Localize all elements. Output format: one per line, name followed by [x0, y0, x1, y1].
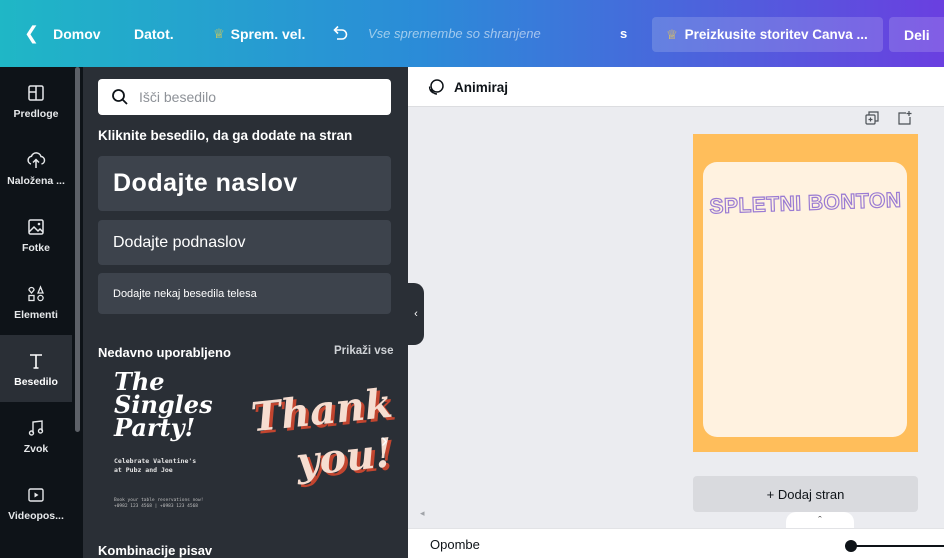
top-bar: ❮ Domov Datot. ♕ Sprem. vel. Vse spremem… — [0, 0, 944, 67]
recent-text-card-thankyou[interactable]: Thank you! — [246, 370, 395, 520]
rail-item-templates[interactable]: Predloge — [0, 67, 72, 134]
recent-section-title: Nedavno uporabljeno — [98, 345, 231, 360]
search-icon — [112, 89, 128, 105]
rail-item-label: Elementi — [14, 308, 58, 321]
crown-icon: ♕ — [213, 25, 225, 41]
card-small-text: Book your table reservations now! +0982 … — [114, 498, 204, 509]
rail-item-photos[interactable]: Fotke — [0, 201, 72, 268]
rail-item-label: Fotke — [21, 241, 50, 254]
add-page-button[interactable]: + Dodaj stran — [693, 476, 918, 512]
file-menu-button[interactable]: Datot. — [134, 0, 174, 67]
home-button[interactable]: ❮ Domov — [24, 0, 101, 67]
rail-item-audio[interactable]: Zvok — [0, 402, 72, 469]
elements-icon — [28, 284, 44, 301]
search-placeholder: Išči besedilo — [139, 89, 217, 105]
design-page[interactable]: SPLETNI BONTON — [693, 134, 918, 452]
add-page-icon[interactable] — [897, 110, 913, 126]
zoom-slider-handle[interactable] — [845, 540, 857, 552]
scroll-left-icon[interactable]: ◂ — [420, 508, 425, 519]
resize-button[interactable]: ♕ Sprem. vel. — [213, 0, 305, 67]
share-button[interactable]: Deli — [889, 17, 944, 52]
chevron-left-icon: ❮ — [24, 23, 40, 43]
recent-text-card-singles[interactable]: The Singles Party! Celebrate Valentine's… — [98, 370, 243, 520]
panel-hint: Kliknite besedilo, da ga dodate na stran — [98, 128, 353, 143]
try-pro-button[interactable]: ♕ Preizkusite storitev Canva ... — [652, 17, 883, 52]
rail-item-elements[interactable]: Elementi — [0, 268, 72, 335]
photos-icon — [28, 218, 44, 235]
rail-item-label: Naložena ... — [7, 174, 65, 187]
crown-icon: ♕ — [666, 26, 678, 42]
card-title: The Singles Party! — [114, 367, 213, 442]
rail-scrollbar[interactable] — [75, 67, 80, 432]
text-icon — [30, 353, 42, 369]
animate-button[interactable]: Animiraj — [426, 67, 508, 107]
user-initial[interactable]: s — [620, 0, 627, 67]
card-subtitle: Celebrate Valentine's at Pubz and Joe — [114, 457, 197, 474]
add-body-text-button[interactable]: Dodajte nekaj besedila telesa — [98, 273, 391, 314]
horizontal-scrollbar[interactable]: ◂ — [408, 508, 944, 523]
notes-button[interactable]: Opombe — [430, 529, 480, 558]
rail-item-text[interactable]: Besedilo — [0, 335, 72, 402]
rail-item-video[interactable]: Videopos... — [0, 469, 72, 536]
font-combos-title: Kombinacije pisav — [98, 543, 213, 558]
editor-toolbar: Animiraj — [408, 67, 944, 107]
add-subheading-button[interactable]: Dodajte podnaslov — [98, 220, 391, 265]
undo-icon[interactable] — [330, 0, 350, 67]
rail-item-label: Zvok — [23, 442, 49, 455]
music-icon — [28, 419, 44, 436]
add-heading-button[interactable]: Dodajte naslov — [98, 156, 391, 211]
text-panel: Išči besedilo Kliknite besedilo, da ga d… — [83, 67, 408, 558]
side-rail: Predloge Naložena ... Fotke Elementi Bes… — [0, 67, 83, 558]
rail-item-label: Besedilo — [14, 375, 58, 388]
rail-item-label: Predloge — [13, 107, 59, 120]
duplicate-page-icon[interactable] — [864, 110, 880, 126]
try-pro-label: Preizkusite storitev Canva ... — [684, 27, 868, 42]
rail-item-uploads[interactable]: Naložena ... — [0, 134, 72, 201]
save-status: Vse spremembe so shranjene — [368, 26, 541, 41]
video-icon — [28, 487, 44, 502]
collapse-panel-button[interactable]: ‹ — [408, 283, 424, 345]
chevron-right-icon[interactable]: › — [381, 430, 388, 453]
card-title-line2: you! — [293, 429, 395, 486]
show-all-link[interactable]: Prikaži vse — [334, 345, 393, 357]
animate-icon — [428, 79, 444, 95]
home-label: Domov — [53, 25, 101, 42]
rail-item-label: Videopos... — [8, 509, 64, 522]
zoom-slider-track[interactable] — [848, 545, 944, 547]
bottom-bar: Opombe — [408, 528, 944, 558]
upload-cloud-icon — [27, 151, 46, 168]
animate-label: Animiraj — [454, 79, 509, 95]
resize-label: Sprem. vel. — [230, 25, 306, 42]
search-input[interactable]: Išči besedilo — [98, 79, 391, 115]
templates-icon — [28, 84, 44, 101]
